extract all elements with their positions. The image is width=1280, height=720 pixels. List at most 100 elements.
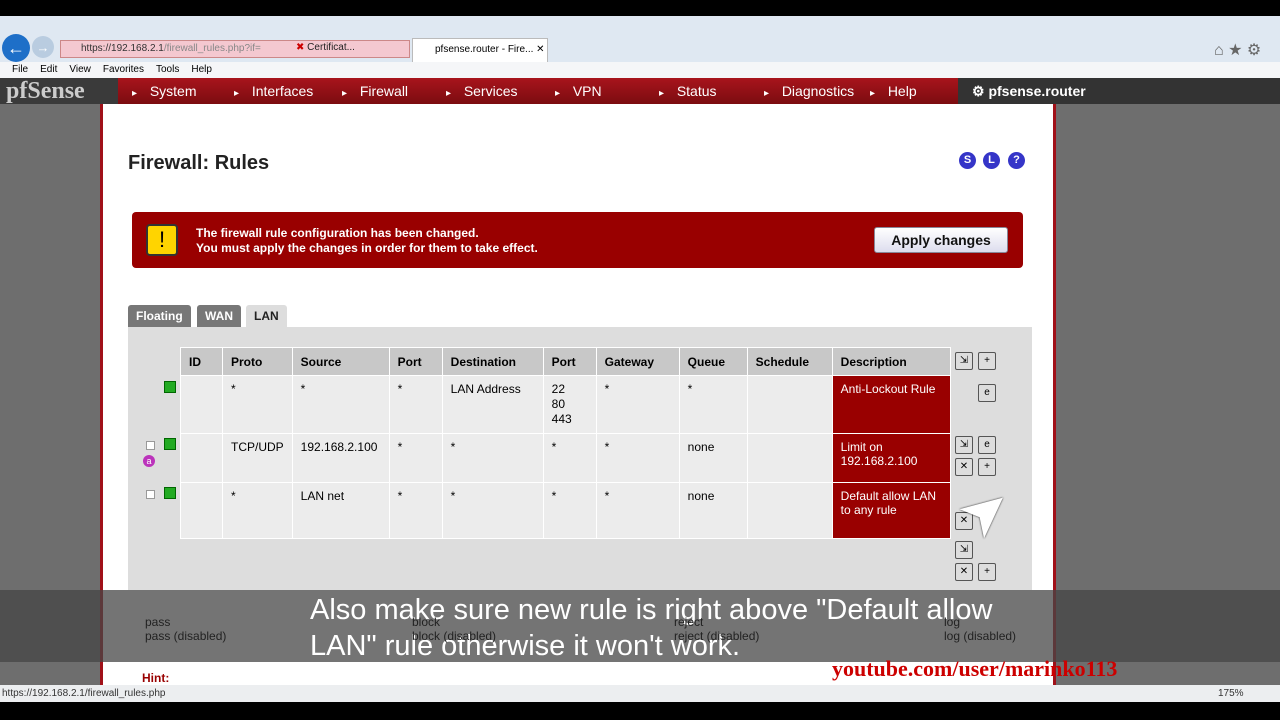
move-icon[interactable]: ⇲ <box>955 541 973 559</box>
hint-label: Hint: <box>142 671 170 685</box>
cell: * <box>678 375 748 434</box>
address-bar[interactable]: https://192.168.2.1/firewall_rules.php?i… <box>60 40 410 58</box>
nav-services[interactable]: Services <box>446 83 518 99</box>
table-row[interactable]: TCP/UDP 192.168.2.100 * * * * none Limit on 192… <box>180 433 951 483</box>
menu-file[interactable]: File <box>12 64 28 75</box>
cell-description: Default allow LAN to any rule <box>831 482 951 539</box>
col-port: Port <box>388 347 443 376</box>
nav-help[interactable]: Help <box>870 83 917 99</box>
legend-log: log log (disabled) <box>944 615 1016 643</box>
cell <box>746 433 833 483</box>
pfsense-nav: pfSense System Interfaces Firewall Servi… <box>0 78 1280 104</box>
cell: LAN net <box>291 482 390 539</box>
legend-block-disabled-label: block (disabled) <box>412 629 497 643</box>
pass-icon[interactable] <box>164 487 176 499</box>
pass-icon[interactable] <box>164 381 176 393</box>
cell <box>180 375 223 434</box>
legend-block-label: block <box>412 615 441 629</box>
move-icon[interactable]: ⇲ <box>955 436 973 454</box>
cell: * <box>388 433 443 483</box>
move-icon[interactable]: ⇲ <box>955 352 973 370</box>
rule-checkbox[interactable] <box>146 441 155 450</box>
legend-pass-label: pass <box>145 615 171 629</box>
col-id: ID <box>180 347 223 376</box>
edit-icon[interactable]: e <box>978 384 996 402</box>
pfsense-logo: pfSense <box>0 78 118 104</box>
add-rule-icon[interactable]: + <box>978 352 996 370</box>
tab-wan[interactable]: WAN <box>197 305 241 327</box>
cell: * <box>542 433 597 483</box>
nav-vpn[interactable]: VPN <box>555 83 602 99</box>
home-star-gear-icons[interactable]: ⌂ ★ ⚙ <box>1214 40 1261 60</box>
col-source: Source <box>291 347 390 376</box>
rules-table: ID Proto Source Port Destination Port Ga… <box>180 347 951 539</box>
rule-checkbox[interactable] <box>146 490 155 499</box>
cell: 192.168.2.100 <box>291 433 390 483</box>
alert-line1: The firewall rule configuration has been… <box>196 226 479 240</box>
alert-line2: You must apply the changes in order for … <box>196 241 538 255</box>
cert-error[interactable]: ✖ Certificat... <box>296 42 355 53</box>
cell-description: Anti-Lockout Rule <box>831 375 951 434</box>
tab-floating[interactable]: Floating <box>128 305 191 327</box>
col-schedule: Schedule <box>746 347 833 376</box>
tab-title: pfsense.router - Fire... <box>435 44 534 55</box>
legend-reject-disabled-label: reject (disabled) <box>674 629 760 643</box>
cert-label: Certificat... <box>307 42 355 53</box>
cell <box>180 482 223 539</box>
cell: * <box>388 482 443 539</box>
page-title: Firewall: Rules <box>128 152 270 174</box>
cell: * <box>441 433 544 483</box>
close-tab-icon[interactable]: ✕ <box>536 44 544 55</box>
cell <box>180 433 223 483</box>
legend-pass: pass pass (disabled) <box>145 615 226 643</box>
help-icon[interactable]: ? <box>1008 152 1025 169</box>
table-row[interactable]: * * * LAN Address 22 80 443 * * Anti-Lockout Ru… <box>180 375 951 434</box>
url-path: /firewall_rules.php?if= <box>163 43 261 54</box>
legend-pass-disabled-label: pass (disabled) <box>145 629 227 643</box>
menu-tools[interactable]: Tools <box>156 64 179 75</box>
cell-description: Limit on 192.168.2.100 <box>831 433 951 483</box>
watermark: youtube.com/user/marinko113 <box>832 656 1118 681</box>
menu-view[interactable]: View <box>69 64 91 75</box>
nav-interfaces[interactable]: Interfaces <box>234 83 313 99</box>
legend-log-label: log <box>944 615 961 629</box>
menu-favorites[interactable]: Favorites <box>103 64 144 75</box>
delete-icon[interactable]: ✕ <box>955 563 973 581</box>
apply-changes-button[interactable]: Apply changes <box>874 227 1008 253</box>
col-queue: Queue <box>678 347 748 376</box>
status-s-icon[interactable]: S <box>959 152 976 169</box>
nav-system[interactable]: System <box>132 83 197 99</box>
menu-edit[interactable]: Edit <box>40 64 57 75</box>
cell: none <box>678 482 748 539</box>
cell <box>746 375 833 434</box>
cell: * <box>595 375 680 434</box>
cell: * <box>291 375 390 434</box>
browser-tab[interactable]: pfsense.router - Fire... ✕ <box>412 38 548 62</box>
cell: * <box>441 482 544 539</box>
tab-lan[interactable]: LAN <box>246 305 287 327</box>
cell: * <box>222 375 293 434</box>
advanced-icon: a <box>143 455 155 467</box>
col-description: Description <box>831 347 951 376</box>
cell <box>746 482 833 539</box>
menu-help[interactable]: Help <box>191 64 212 75</box>
log-l-icon[interactable]: L <box>983 152 1000 169</box>
cell: * <box>388 375 443 434</box>
legend-block: block block (disabled) <box>412 615 496 643</box>
back-button[interactable]: ← <box>2 34 30 62</box>
table-row[interactable]: * LAN net * * * * none Default allow LAN to any… <box>180 482 951 539</box>
delete-icon[interactable]: ✕ <box>955 458 973 476</box>
add-rule-icon[interactable]: + <box>978 563 996 581</box>
nav-status[interactable]: Status <box>659 83 717 99</box>
forward-button[interactable]: → <box>32 36 54 58</box>
zoom-level[interactable]: 175% <box>1218 685 1244 702</box>
edit-icon[interactable]: e <box>978 436 996 454</box>
hostname: ⚙ pfsense.router <box>958 78 1280 104</box>
nav-firewall[interactable]: Firewall <box>342 83 408 99</box>
warning-icon: ! <box>146 224 178 256</box>
cell: * <box>595 433 680 483</box>
cell: TCP/UDP <box>222 433 293 483</box>
nav-diagnostics[interactable]: Diagnostics <box>764 83 854 99</box>
col-proto: Proto <box>222 347 293 376</box>
pass-icon[interactable] <box>164 438 176 450</box>
